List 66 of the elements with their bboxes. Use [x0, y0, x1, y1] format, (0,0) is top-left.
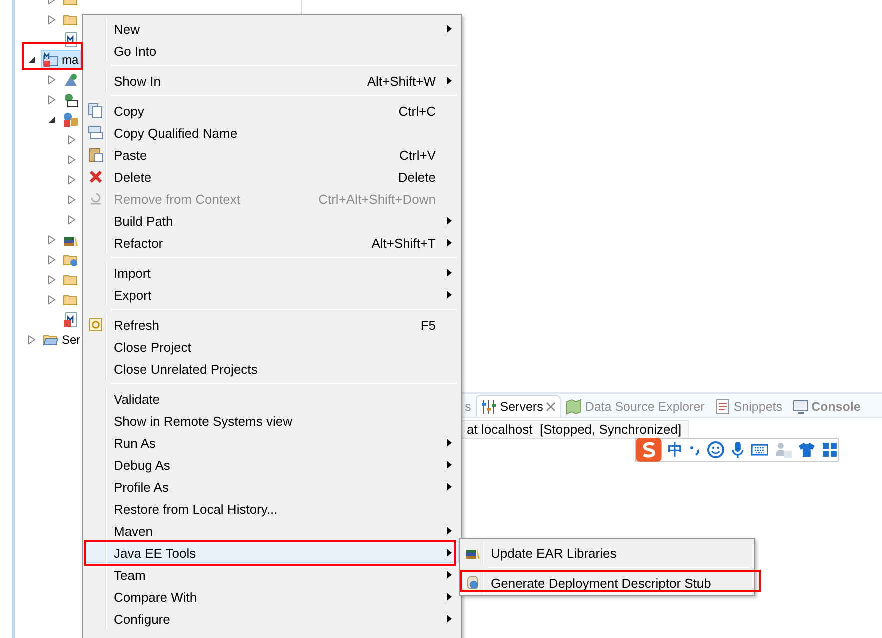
smiley-icon[interactable]: [706, 441, 725, 459]
microphone-icon[interactable]: [730, 441, 745, 459]
paste-icon: [88, 147, 104, 163]
globe-jar-icon: [464, 575, 480, 591]
console-icon: [792, 398, 808, 414]
refresh-icon: [88, 317, 104, 333]
menu-item[interactable]: Refactor Alt+Shift+T: [85, 231, 459, 253]
menu-item[interactable]: Team: [85, 563, 459, 585]
view-tab[interactable]: Servers: [476, 395, 562, 417]
menu-item[interactable]: Paste Ctrl+V: [85, 143, 459, 165]
tree-item[interactable]: ma: [41, 50, 81, 70]
menu-item[interactable]: New: [85, 17, 459, 39]
collapse-arrow-icon[interactable]: [48, 116, 56, 124]
expand-arrow-icon[interactable]: [48, 95, 56, 105]
expand-arrow-icon[interactable]: [48, 15, 56, 25]
copy-icon: [88, 103, 104, 119]
menu-item[interactable]: Generate Deployment Descriptor Stub: [462, 571, 752, 593]
menu-item[interactable]: Import: [85, 261, 459, 283]
menu-item[interactable]: Compare With: [85, 585, 459, 607]
menu-item[interactable]: Copy Ctrl+C: [85, 99, 459, 121]
close-icon[interactable]: [546, 402, 556, 412]
input-mode-text[interactable]: 中: [668, 440, 683, 460]
expand-arrow-icon[interactable]: [48, 235, 56, 245]
expand-arrow-icon[interactable]: [48, 255, 56, 265]
server-entry[interactable]: at localhost [Stopped, Synchronized]: [460, 420, 689, 439]
expand-arrow-icon[interactable]: [48, 75, 56, 85]
keyboard-icon[interactable]: [750, 443, 768, 457]
tree-item[interactable]: Ser: [41, 330, 83, 350]
delete-icon: [88, 169, 104, 185]
menu-item[interactable]: Run As: [85, 431, 459, 453]
menu-item[interactable]: Go Into: [85, 39, 459, 61]
expand-arrow-icon[interactable]: [48, 295, 56, 305]
menu-item[interactable]: Configure: [85, 607, 459, 629]
menu-item[interactable]: Close Unrelated Projects: [85, 357, 459, 379]
project-icon: [43, 52, 59, 68]
copy-icon: [88, 125, 104, 141]
menu-item[interactable]: Debug As: [85, 453, 459, 475]
highlight-frame: [22, 42, 83, 70]
user-icon[interactable]: [774, 441, 792, 459]
menu-item[interactable]: Export: [85, 283, 459, 305]
expand-arrow-icon[interactable]: [68, 175, 76, 185]
menu-item[interactable]: Show In Alt+Shift+W: [85, 69, 459, 91]
grid-icon[interactable]: [822, 442, 838, 458]
maven-file-icon: [63, 312, 79, 328]
menu-item[interactable]: Copy Qualified Name: [85, 121, 459, 143]
collapse-arrow-icon[interactable]: [28, 56, 36, 64]
expand-arrow-icon[interactable]: [68, 195, 76, 205]
menu-item[interactable]: Validate: [85, 387, 459, 409]
menu-item[interactable]: Close Project: [85, 335, 459, 357]
expand-arrow-icon[interactable]: [68, 215, 76, 225]
snippets-icon: [714, 398, 731, 414]
menu-item[interactable]: Profile As: [85, 475, 459, 497]
expand-arrow-icon[interactable]: [68, 135, 76, 145]
menu-item[interactable]: Build Path: [85, 209, 459, 231]
map-icon: [566, 398, 582, 414]
expand-arrow-icon[interactable]: [68, 155, 76, 165]
menu-item[interactable]: Delete Delete: [85, 165, 459, 187]
menu-item[interactable]: Show in Remote Systems view: [85, 409, 459, 431]
expand-arrow-icon[interactable]: [48, 275, 56, 285]
menu-item[interactable]: Restore from Local History...: [85, 497, 459, 519]
menu-item[interactable]: Refresh F5: [85, 313, 459, 335]
menu-item[interactable]: Java EE Tools: [85, 541, 459, 563]
servers-icon: [481, 398, 498, 414]
shirt-icon[interactable]: [798, 442, 816, 458]
menu-item[interactable]: Update EAR Libraries: [462, 541, 752, 563]
expand-arrow-icon[interactable]: [28, 335, 36, 345]
